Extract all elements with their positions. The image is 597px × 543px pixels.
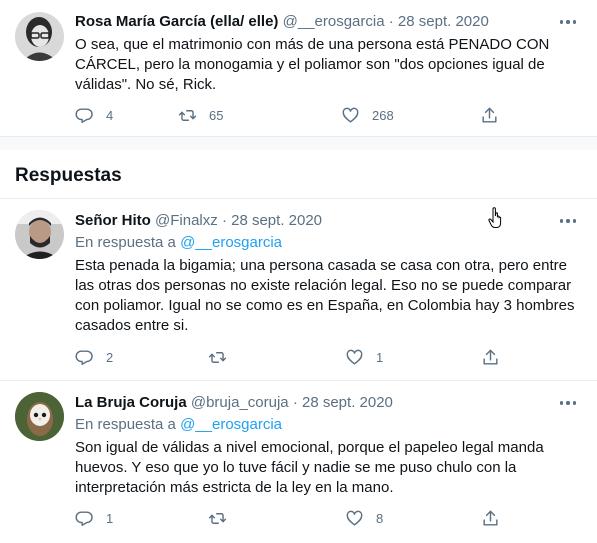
heart-icon <box>346 349 363 365</box>
share-icon <box>483 349 498 365</box>
tweet-header: Rosa María García (ella/ elle) @__erosga… <box>75 12 489 32</box>
author-name[interactable]: Rosa María García (ella/ elle) <box>75 13 278 30</box>
reply-tweet: Señor Hito @Finalxz · 28 sept. 2020 En r… <box>0 199 597 380</box>
main-tweet: Rosa María García (ella/ elle) @__erosga… <box>0 0 597 136</box>
more-icon[interactable] <box>557 392 579 414</box>
header-dot: · <box>292 394 298 411</box>
retweet-icon <box>178 109 197 121</box>
reply-icon <box>75 107 93 123</box>
section-separator <box>0 136 597 150</box>
reply-icon <box>75 349 93 365</box>
more-icon[interactable] <box>557 210 579 232</box>
like-count: 8 <box>376 510 384 526</box>
header-dot: · <box>388 13 394 30</box>
avatar-image <box>15 12 64 61</box>
reply-icon <box>75 510 93 526</box>
reply-button[interactable]: 4 <box>75 105 113 125</box>
tweet-date[interactable]: 28 sept. 2020 <box>398 13 489 30</box>
author-handle[interactable]: @__erosgarcia <box>283 13 385 30</box>
author-name[interactable]: Señor Hito <box>75 212 151 229</box>
avatar[interactable] <box>15 210 64 259</box>
avatar-image <box>15 392 64 441</box>
retweet-button[interactable] <box>208 508 239 528</box>
heart-icon <box>346 510 363 526</box>
retweet-count: 65 <box>209 107 224 123</box>
reply-prefix: En respuesta a <box>75 416 176 433</box>
reply-button[interactable]: 1 <box>75 508 113 528</box>
tweet-text: Esta penada la bigamia; una persona casa… <box>75 257 575 334</box>
share-icon <box>483 510 498 526</box>
tweet-date[interactable]: 28 sept. 2020 <box>231 212 322 229</box>
like-button[interactable]: 8 <box>345 508 383 528</box>
tweet-header: La Bruja Coruja @bruja_coruja · 28 sept.… <box>75 393 393 413</box>
reply-context: En respuesta a @__erosgarcia <box>75 415 282 435</box>
hand-cursor-icon <box>488 207 502 228</box>
reply-prefix: En respuesta a <box>75 234 176 251</box>
reply-count: 2 <box>106 349 114 365</box>
more-icon[interactable] <box>557 11 579 33</box>
share-button[interactable] <box>480 105 499 125</box>
like-count: 1 <box>376 349 384 365</box>
tweet-text: O sea, que el matrimonio con más de una … <box>75 36 550 93</box>
share-button[interactable] <box>481 347 500 367</box>
author-handle[interactable]: @bruja_coruja <box>191 394 289 411</box>
reply-tweet: La Bruja Coruja @bruja_coruja · 28 sept.… <box>0 381 597 543</box>
avatar-image <box>15 210 64 259</box>
retweet-icon <box>208 351 227 363</box>
reply-button[interactable]: 2 <box>75 347 113 367</box>
tweet-date[interactable]: 28 sept. 2020 <box>302 394 393 411</box>
tweet-text: Son igual de válidas a nivel emocional, … <box>75 439 544 496</box>
author-handle[interactable]: @Finalxz <box>155 212 218 229</box>
retweet-button[interactable] <box>208 347 239 367</box>
like-button[interactable]: 268 <box>341 105 394 125</box>
reply-to-link[interactable]: @__erosgarcia <box>180 234 282 251</box>
reply-context: En respuesta a @__erosgarcia <box>75 233 282 253</box>
reply-to-link[interactable]: @__erosgarcia <box>180 416 282 433</box>
share-icon <box>482 107 497 123</box>
retweet-icon <box>208 512 227 524</box>
avatar[interactable] <box>15 12 64 61</box>
heart-icon <box>342 107 359 123</box>
reply-count: 4 <box>106 107 114 123</box>
like-button[interactable]: 1 <box>345 347 383 367</box>
reply-count: 1 <box>106 510 114 526</box>
tweet-header: Señor Hito @Finalxz · 28 sept. 2020 <box>75 211 322 231</box>
author-name[interactable]: La Bruja Coruja <box>75 394 187 411</box>
divider <box>0 136 597 137</box>
like-count: 268 <box>372 107 394 123</box>
share-button[interactable] <box>481 508 500 528</box>
retweet-button[interactable]: 65 <box>178 105 223 125</box>
section-title: Respuestas <box>15 165 122 186</box>
header-dot: · <box>221 212 227 229</box>
avatar[interactable] <box>15 392 64 441</box>
